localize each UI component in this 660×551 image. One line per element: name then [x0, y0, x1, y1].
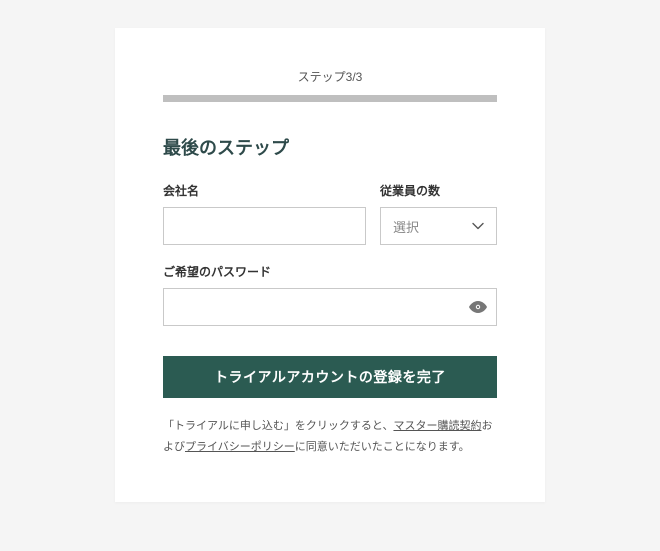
legal-text: 「トライアルに申し込む」をクリックすると、マスター購読契約およびプライバシーポリ…	[163, 416, 497, 458]
msa-link[interactable]: マスター購読契約	[393, 420, 481, 432]
password-label: ご希望のパスワード	[163, 263, 497, 280]
password-input-wrap	[163, 288, 497, 326]
employees-placeholder: 選択	[393, 217, 419, 236]
eye-icon[interactable]	[469, 301, 487, 313]
employees-select[interactable]: 選択	[380, 207, 497, 245]
company-field: 会社名	[163, 182, 366, 245]
employees-label: 従業員の数	[380, 182, 497, 199]
page-title: 最後のステップ	[163, 134, 497, 160]
chevron-down-icon	[472, 222, 484, 230]
password-field: ご希望のパスワード	[163, 263, 497, 326]
submit-button[interactable]: トライアルアカウントの登録を完了	[163, 356, 497, 398]
legal-prefix: 「トライアルに申し込む」をクリックすると、	[163, 420, 393, 432]
password-input[interactable]	[163, 288, 497, 326]
privacy-link[interactable]: プライバシーポリシー	[185, 441, 295, 453]
step-indicator: ステップ3/3	[163, 68, 497, 85]
progress-bar	[163, 95, 497, 102]
company-input[interactable]	[163, 207, 366, 245]
signup-card: ステップ3/3 最後のステップ 会社名 従業員の数 選択 ご希望のパスワード	[115, 28, 545, 502]
field-row: 会社名 従業員の数 選択	[163, 182, 497, 245]
company-label: 会社名	[163, 182, 366, 199]
legal-suffix: に同意いただいたことになります。	[295, 441, 470, 453]
employees-field: 従業員の数 選択	[380, 182, 497, 245]
